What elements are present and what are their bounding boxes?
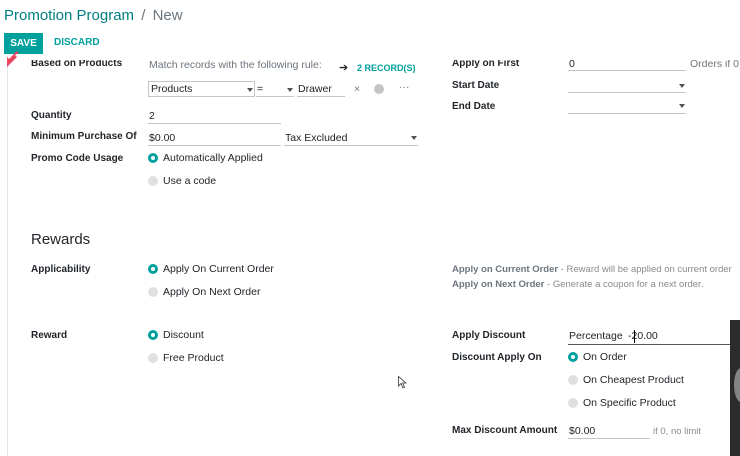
domain-field-value: Products (151, 83, 193, 95)
discount-type-select[interactable]: Percentage (569, 330, 623, 342)
apply-on-first-underline (568, 70, 686, 71)
help-current-order: Apply on Current Order - Reward will be … (452, 264, 732, 275)
radio-free-product[interactable] (148, 353, 158, 363)
apply-discount-label: Apply Discount (452, 330, 526, 341)
breadcrumb-separator: / (141, 7, 146, 24)
tax-mode-underline (284, 145, 418, 146)
radio-apply-next-order[interactable] (148, 287, 158, 297)
breadcrumb: Promotion Program / New (4, 7, 183, 24)
domain-operator-value: = (257, 83, 264, 95)
option-free-product[interactable]: Free Product (163, 352, 224, 364)
radio-discount[interactable] (148, 330, 158, 340)
discount-input-underline (568, 344, 740, 345)
max-discount-input[interactable]: $0.00 (569, 425, 595, 437)
chevron-down-icon (411, 136, 417, 140)
discard-button[interactable]: DISCARD (54, 37, 100, 48)
quantity-input[interactable]: 2 (149, 110, 155, 122)
option-on-specific-product[interactable]: On Specific Product (583, 397, 676, 409)
start-date-input[interactable] (568, 92, 686, 93)
radio-on-cheapest-product[interactable] (568, 375, 578, 385)
breadcrumb-current: New (152, 7, 183, 24)
end-date-label: End Date (452, 101, 496, 112)
breadcrumb-parent-link[interactable]: Promotion Program (4, 7, 134, 24)
minimum-purchase-label: Minimum Purchase Of (31, 131, 137, 142)
domain-value-text: Drawer (298, 83, 332, 95)
discount-apply-on-label: Discount Apply On (452, 352, 542, 363)
chevron-down-icon (247, 88, 253, 92)
option-discount[interactable]: Discount (163, 329, 204, 341)
chevron-down-icon (679, 84, 685, 88)
domain-rule-text: Match records with the following rule: (149, 59, 322, 71)
radio-automatically-applied[interactable] (148, 153, 158, 163)
scroll-clip (0, 55, 740, 60)
chevron-down-icon (287, 88, 293, 92)
help-current-order-term: Apply on Current Order (452, 264, 559, 275)
help-next-order-text: - Generate a coupon for a next order. (544, 279, 704, 290)
end-date-input[interactable] (568, 113, 686, 114)
option-on-order[interactable]: On Order (583, 351, 627, 363)
promo-code-usage-label: Promo Code Usage (31, 153, 124, 164)
mouse-pointer-icon (398, 376, 407, 389)
discount-value-input[interactable]: -20.00 (628, 330, 658, 342)
option-apply-next-order[interactable]: Apply On Next Order (163, 286, 260, 298)
pointer-cursor-icon (7, 51, 19, 67)
domain-value-input[interactable]: Drawer (297, 82, 345, 97)
domain-field-select[interactable]: Products (148, 81, 255, 97)
minimum-purchase-input[interactable]: $0.00 (149, 132, 175, 144)
form-sheet-border (7, 55, 8, 456)
arrow-right-icon: ➔ (339, 62, 349, 74)
max-discount-label: Max Discount Amount (452, 425, 558, 436)
option-use-a-code[interactable]: Use a code (163, 175, 216, 187)
max-discount-underline (568, 438, 650, 439)
quantity-underline (148, 123, 281, 124)
option-automatically-applied[interactable]: Automatically Applied (163, 152, 263, 164)
radio-on-order[interactable] (568, 352, 578, 362)
start-date-label: Start Date (452, 80, 500, 91)
records-count-link[interactable]: 2 RECORD(S) (357, 63, 416, 73)
radio-use-a-code[interactable] (148, 176, 158, 186)
add-rule-icon[interactable] (374, 84, 384, 94)
radio-apply-current-order[interactable] (148, 264, 158, 274)
help-next-order-term: Apply on Next Order (452, 279, 545, 290)
quantity-label: Quantity (31, 110, 72, 121)
minimum-purchase-underline (148, 145, 281, 146)
text-cursor (634, 330, 635, 343)
rewards-section-title: Rewards (31, 231, 91, 248)
radio-on-specific-product[interactable] (568, 398, 578, 408)
delete-rule-icon[interactable]: × (354, 83, 360, 95)
option-on-cheapest-product[interactable]: On Cheapest Product (583, 374, 684, 386)
more-options-icon[interactable]: ··· (399, 81, 410, 93)
domain-operator-select[interactable]: = (256, 82, 294, 97)
reward-label: Reward (31, 330, 68, 341)
help-next-order: Apply on Next Order - Generate a coupon … (452, 279, 703, 290)
applicability-label: Applicability (31, 264, 91, 275)
option-apply-current-order[interactable]: Apply On Current Order (163, 263, 274, 275)
chevron-down-icon (679, 104, 685, 108)
max-discount-help: if 0, no limit (653, 426, 702, 437)
tax-mode-select[interactable]: Tax Excluded (285, 132, 347, 144)
help-current-order-text: - Reward will be applied on current orde… (558, 264, 732, 275)
